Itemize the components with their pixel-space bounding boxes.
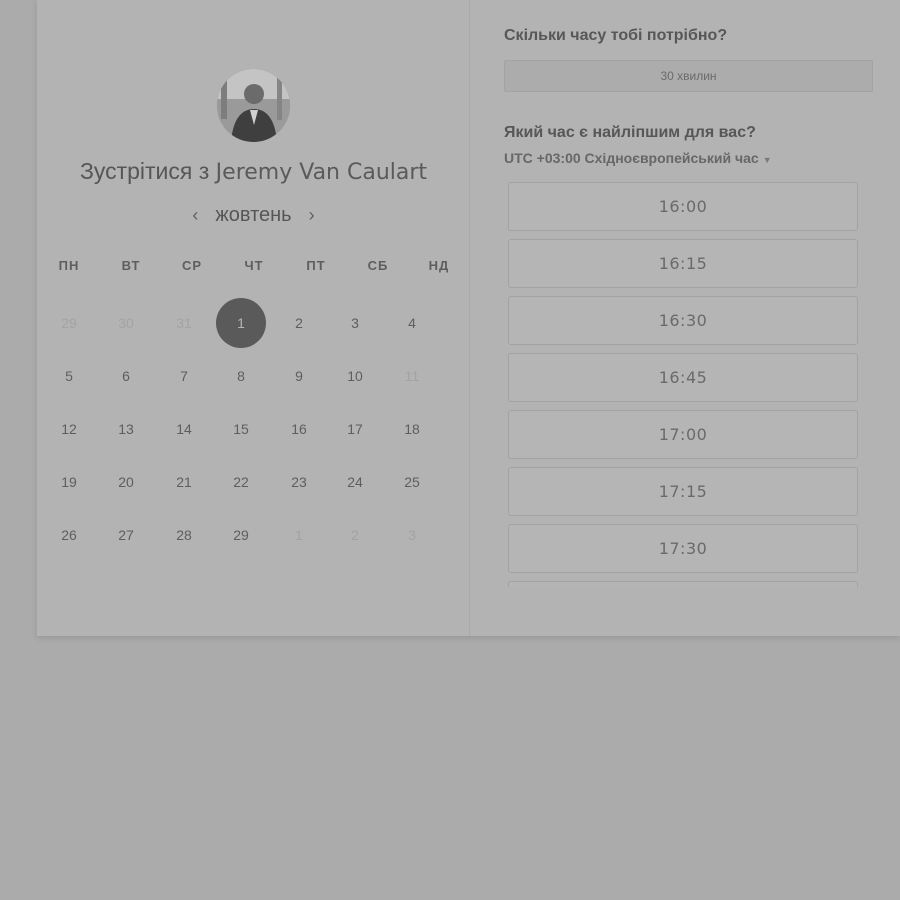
weekday-label: ЧТ [244,258,264,273]
calendar-day[interactable]: 12 [44,404,94,454]
host-avatar [217,69,290,142]
time-slot-button[interactable]: 16:15 [508,239,858,288]
weekday-label: СР [181,258,203,273]
time-slot-button[interactable]: 16:00 [508,182,858,231]
calendar-day: 3 [408,527,416,543]
calendar-day[interactable]: 27 [101,510,151,560]
meeting-prefix: Зустрітися з [79,158,210,184]
calendar-day[interactable]: 14 [159,404,209,454]
calendar-day[interactable]: 2 [274,298,324,348]
month-label: жовтень [215,204,292,226]
calendar-pane: Зустрітися з Jeremy Van Caulart ‹ жовтен… [37,0,470,636]
calendar-day[interactable]: 26 [44,510,94,560]
calendar-day: 1 [295,527,303,543]
calendar-day[interactable]: 23 [274,457,324,507]
calendar-day[interactable]: 28 [159,510,209,560]
calendar-day[interactable]: 21 [159,457,209,507]
month-navigation: ‹ жовтень › [37,204,470,227]
calendar-grid: ПН ВТ СР ЧТ ПТ СБ НД 29 30 31 1 2 3 4 5 6 7 8 9 10 11 12 13 14… [37,258,470,543]
calendar-day[interactable]: 16 [274,404,324,454]
calendar-day[interactable]: 20 [101,457,151,507]
calendar-day[interactable]: 25 [387,457,437,507]
calendar-day[interactable]: 3 [330,298,380,348]
time-slot-button[interactable]: 17:30 [508,524,858,573]
calendar-day[interactable]: 4 [387,298,437,348]
calendar-day[interactable]: 6 [101,351,151,401]
calendar-day: 30 [118,315,134,331]
calendar-day[interactable]: 5 [44,351,94,401]
host-name: Jeremy Van Caulart [215,160,428,185]
chevron-right-icon[interactable]: › [306,205,318,226]
weekday-label: ПН [58,258,80,273]
calendar-day[interactable]: 8 [216,351,266,401]
time-question: Який час є найліпшим для вас? [504,124,756,141]
timezone-select[interactable]: UTC +03:00 Східноєвропейський час ▼ [504,150,772,166]
calendar-day: 2 [351,527,359,543]
calendar-day[interactable]: 18 [387,404,437,454]
time-slot-list: 16:00 16:15 16:30 16:45 17:00 17:15 17:30 [508,178,878,587]
calendar-day: 31 [176,315,192,331]
calendar-day: 11 [404,368,420,384]
weekday-label: ВТ [121,258,141,273]
weekday-label: СБ [367,258,389,273]
calendar-day[interactable]: 15 [216,404,266,454]
caret-down-icon: ▼ [762,155,772,165]
calendar-day: 29 [61,315,77,331]
calendar-day[interactable]: 29 [216,510,266,560]
calendar-day[interactable]: 7 [159,351,209,401]
calendar-day[interactable]: 9 [274,351,324,401]
timezone-label: UTC +03:00 Східноєвропейський час [504,150,759,166]
calendar-day[interactable]: 10 [330,351,380,401]
calendar-day[interactable]: 24 [330,457,380,507]
weekday-label: НД [428,258,450,273]
calendar-day-selected[interactable]: 1 [216,298,266,348]
time-slot-button[interactable]: 17:15 [508,467,858,516]
calendar-day[interactable]: 13 [101,404,151,454]
duration-question: Скільки часу тобі потрібно? [504,27,728,44]
calendar-day[interactable]: 17 [330,404,380,454]
time-slot-button[interactable]: 17:00 [508,410,858,459]
time-pane: Скільки часу тобі потрібно? 30 хвилин Як… [470,0,900,636]
time-slot-button[interactable] [508,581,858,587]
calendar-day[interactable]: 22 [216,457,266,507]
weekday-header: ПН ВТ СР ЧТ ПТ СБ НД [37,258,470,286]
meeting-title: Зустрітися з Jeremy Van Caulart [37,158,470,185]
scheduling-card: Зустрітися з Jeremy Van Caulart ‹ жовтен… [37,0,900,636]
calendar-day[interactable]: 19 [44,457,94,507]
time-slot-button[interactable]: 16:45 [508,353,858,402]
chevron-left-icon[interactable]: ‹ [189,205,201,226]
duration-select[interactable]: 30 хвилин [504,60,873,92]
weekday-label: ПТ [306,258,326,273]
time-slot-button[interactable]: 16:30 [508,296,858,345]
